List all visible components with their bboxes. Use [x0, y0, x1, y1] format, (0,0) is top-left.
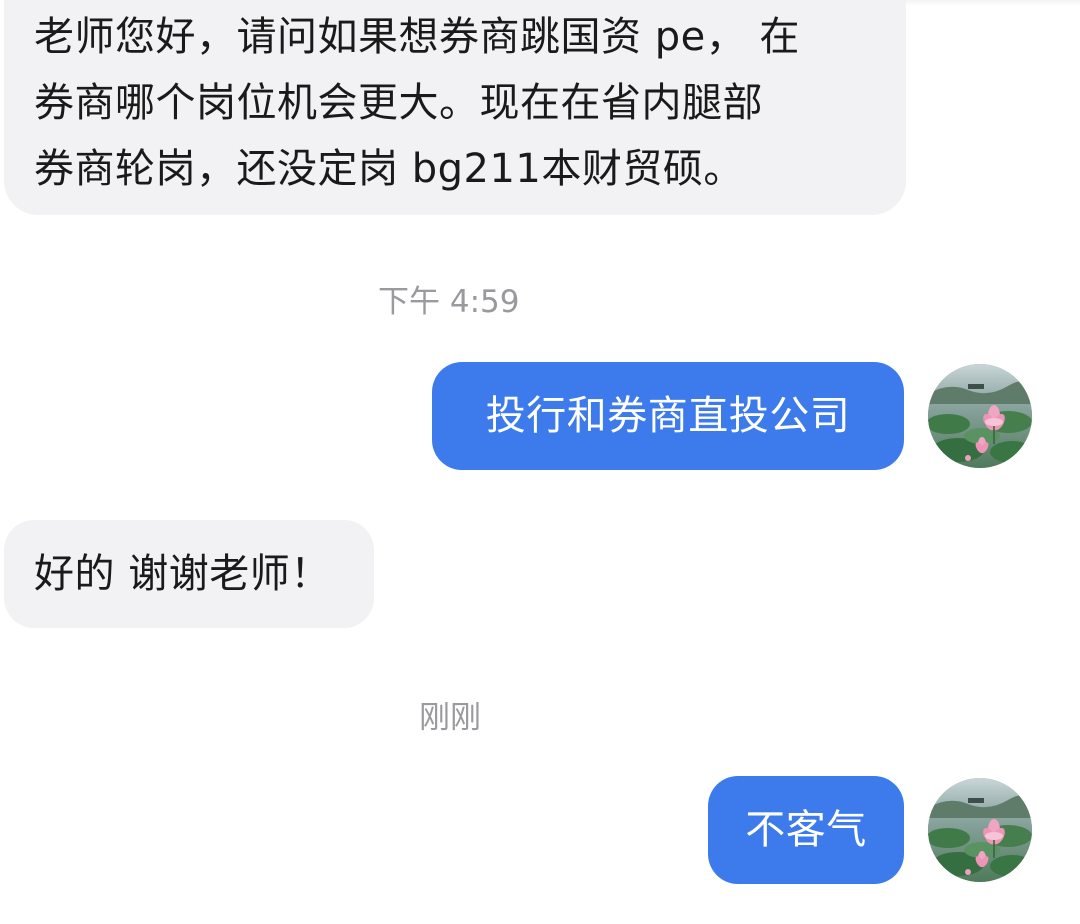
- incoming-message-bubble[interactable]: 老师您好，请问如果想券商跳国资 pe， 在 券商哪个岗位机会更大。现在在省内腿部…: [4, 0, 906, 215]
- message-text-line: 券商轮岗，还没定岗 bg211本财贸硕。: [34, 146, 744, 192]
- outgoing-message-bubble[interactable]: 不客气: [708, 776, 904, 884]
- message-text: 不客气: [745, 807, 867, 853]
- chat-thread: 老师您好，请问如果想券商跳国资 pe， 在 券商哪个岗位机会更大。现在在省内腿部…: [0, 0, 1080, 924]
- outgoing-message-bubble[interactable]: 投行和券商直投公司: [432, 362, 904, 470]
- message-text: 投行和券商直投公司: [485, 393, 851, 439]
- user-avatar[interactable]: [928, 364, 1032, 468]
- message-timestamp: 下午 4:59: [378, 284, 520, 320]
- message-text-line: 券商哪个岗位机会更大。现在在省内腿部: [34, 80, 763, 126]
- incoming-message-bubble[interactable]: 好的 谢谢老师！: [4, 520, 374, 628]
- lotus-pond-avatar-icon: [928, 778, 1032, 882]
- user-avatar[interactable]: [928, 778, 1032, 882]
- header-shadow: [900, 0, 1080, 6]
- message-text-line: 老师您好，请问如果想券商跳国资 pe， 在: [34, 14, 800, 60]
- message-text: 好的 谢谢老师！: [34, 551, 331, 597]
- message-timestamp: 刚刚: [419, 700, 481, 736]
- lotus-pond-avatar-icon: [928, 364, 1032, 468]
